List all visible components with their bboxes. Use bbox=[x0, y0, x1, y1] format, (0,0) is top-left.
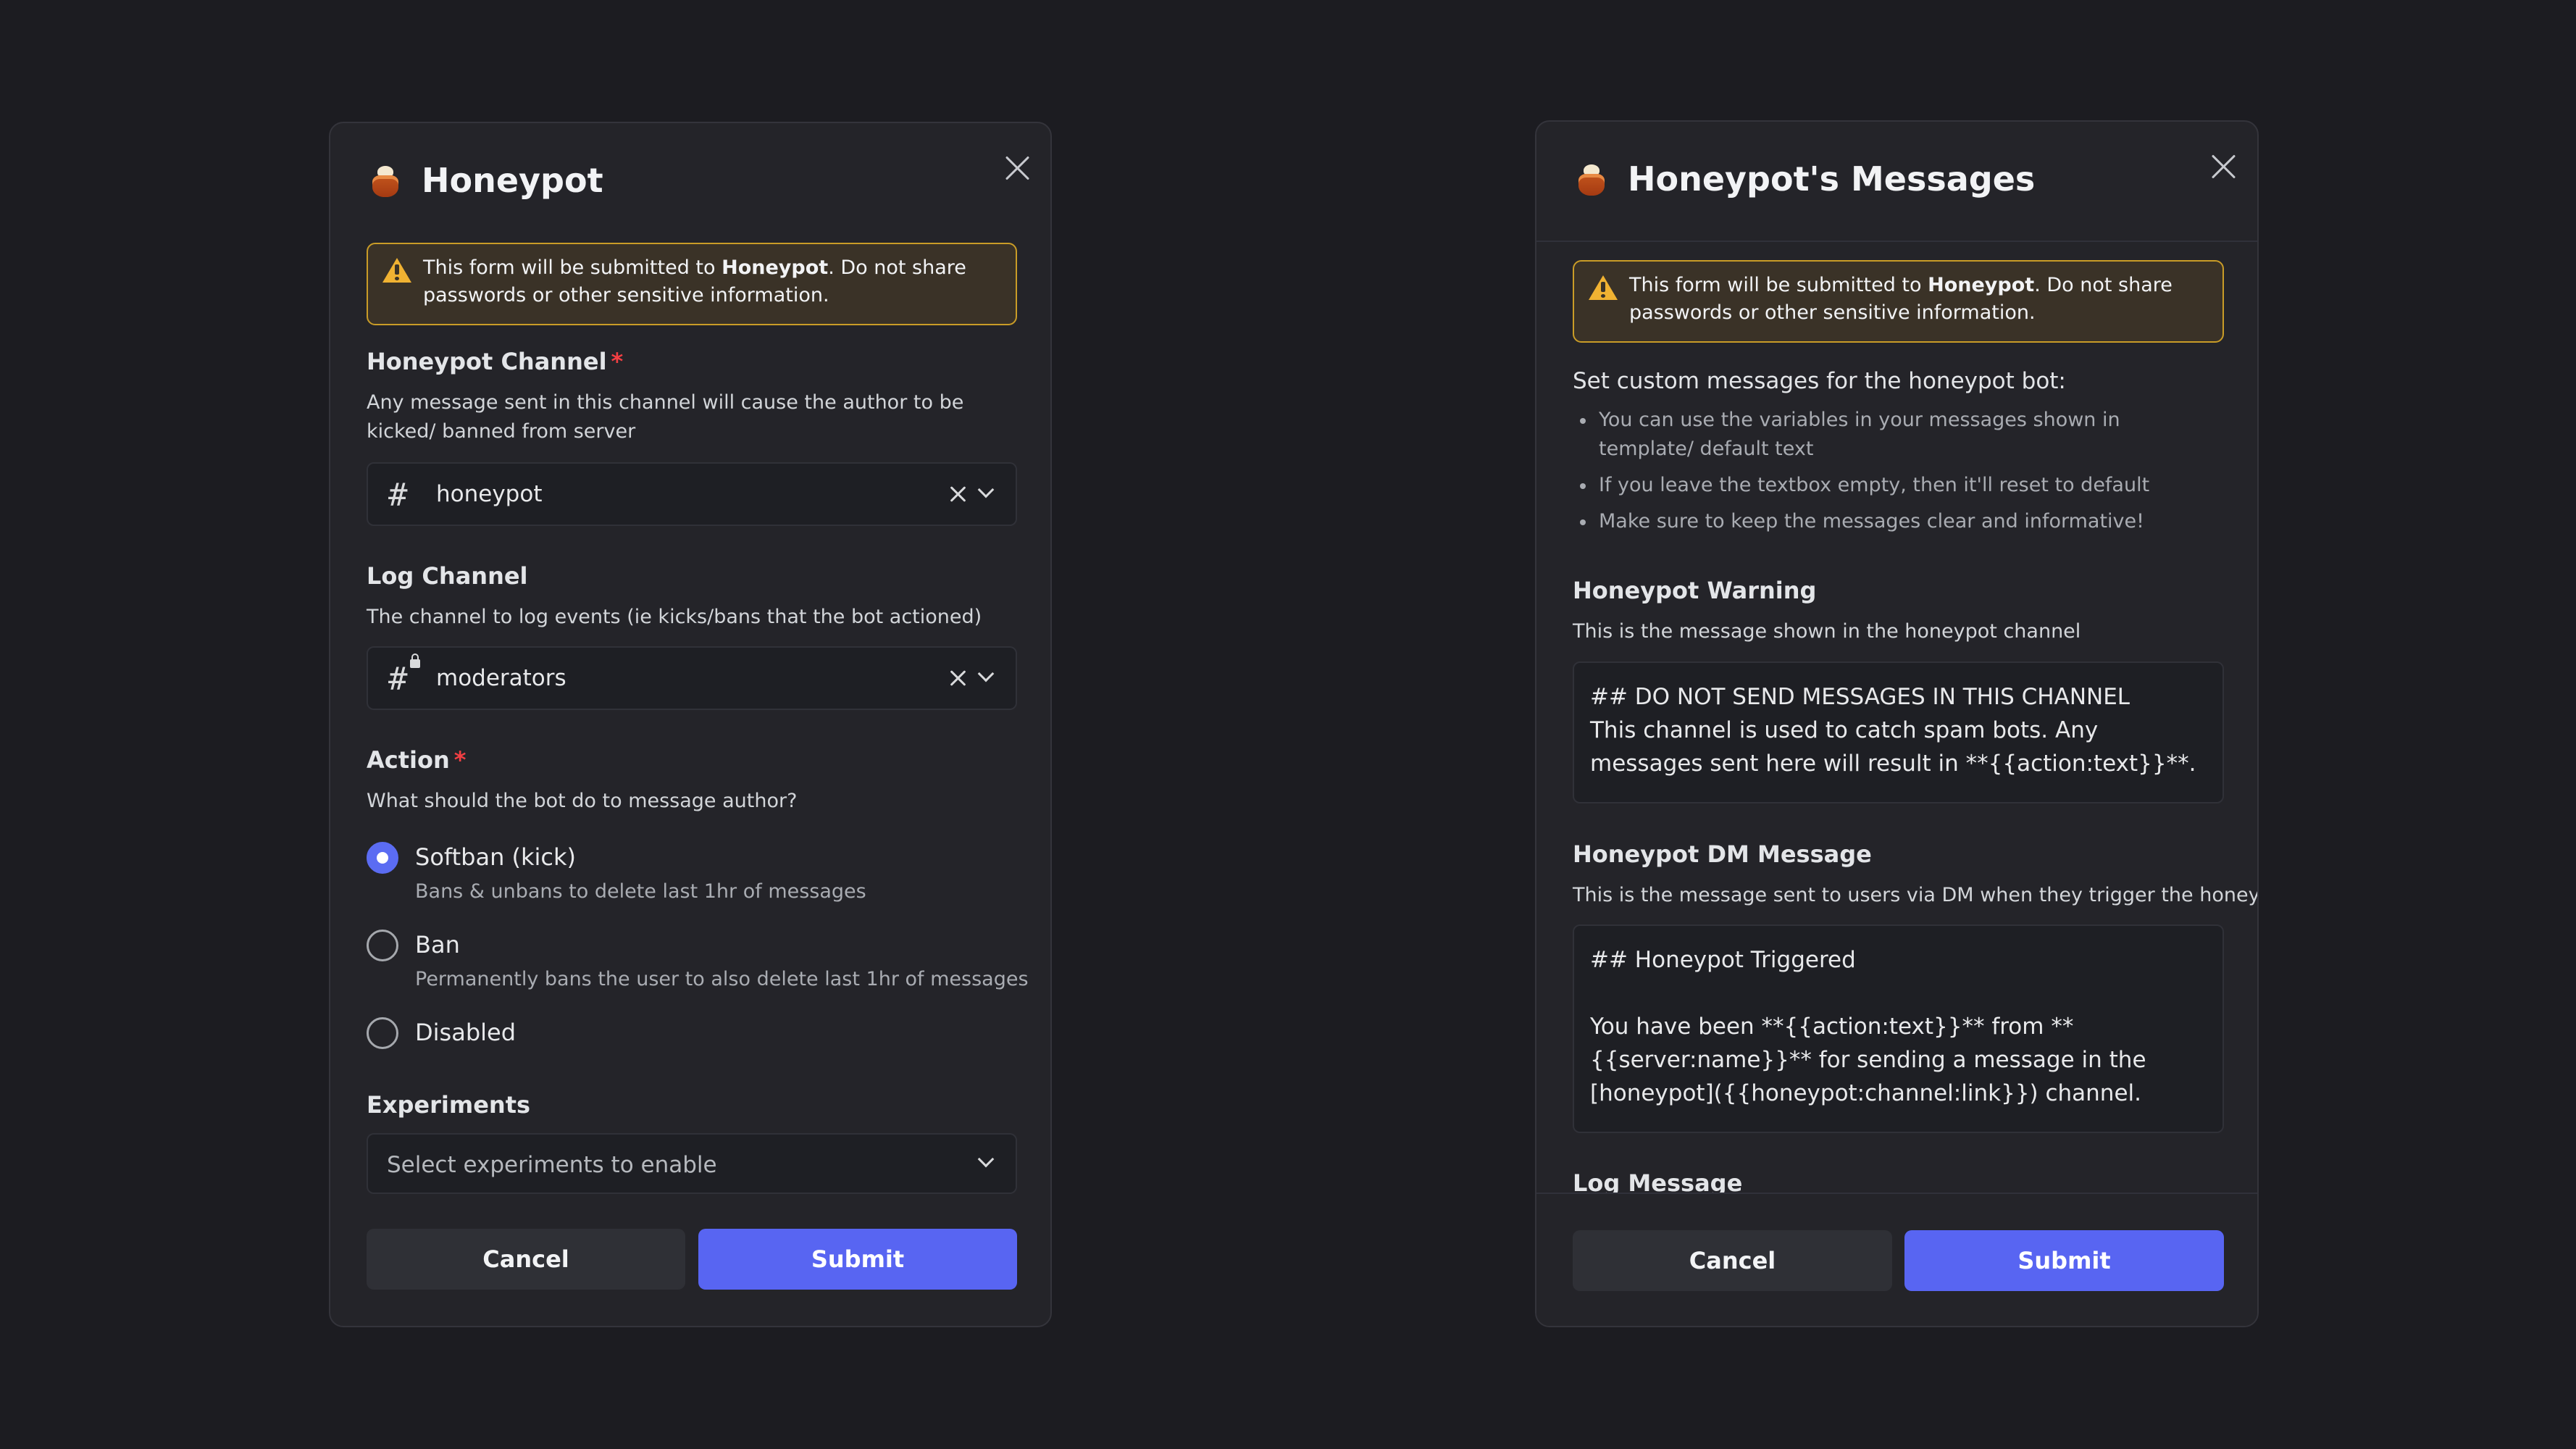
locked-hashtag-icon: # bbox=[388, 661, 408, 698]
warning-prefix: This form will be submitted to bbox=[423, 256, 722, 279]
radio-softban[interactable] bbox=[367, 842, 398, 874]
messages-intro: Set custom messages for the honeypot bot… bbox=[1573, 368, 2066, 394]
warning-banner: This form will be submitted to Honeypot.… bbox=[367, 243, 1017, 325]
warning-icon bbox=[1589, 275, 1618, 300]
list-item: Make sure to keep the messages clear and… bbox=[1573, 507, 2210, 536]
honeypot-dm-label: Honeypot DM Message bbox=[1573, 840, 1872, 868]
list-item: If you leave the textbox empty, then it'… bbox=[1573, 471, 2210, 500]
required-marker: * bbox=[611, 348, 624, 375]
clear-icon[interactable] bbox=[949, 485, 966, 503]
cancel-button[interactable]: Cancel bbox=[1573, 1230, 1892, 1291]
honeypot-app-icon bbox=[368, 164, 403, 199]
modal-title: Honeypot bbox=[422, 161, 603, 200]
submit-button[interactable]: Submit bbox=[698, 1229, 1017, 1290]
footer-divider bbox=[1536, 1193, 2257, 1194]
honeypot-dm-description: This is the message sent to users via DM… bbox=[1573, 884, 2259, 906]
action-description: What should the bot do to message author… bbox=[367, 790, 798, 812]
log-channel-description: The channel to log events (ie kicks/bans… bbox=[367, 606, 982, 628]
chevron-down-icon[interactable] bbox=[977, 481, 995, 498]
honeypot-warning-textarea[interactable]: ## DO NOT SEND MESSAGES IN THIS CHANNEL … bbox=[1573, 661, 2224, 803]
tips-list: You can use the variables in your messag… bbox=[1573, 406, 2210, 543]
radio-disabled-label: Disabled bbox=[415, 1019, 517, 1046]
radio-ban-description: Permanently bans the user to also delete… bbox=[415, 968, 1029, 990]
honeypot-warning-label: Honeypot Warning bbox=[1573, 577, 1817, 604]
stage: Honeypot This form will be submitted to … bbox=[0, 0, 2576, 1449]
close-icon[interactable] bbox=[2209, 152, 2238, 181]
honeypot-channel-select[interactable]: # honeypot bbox=[367, 462, 1017, 526]
warning-banner: This form will be submitted to Honeypot.… bbox=[1573, 260, 2224, 343]
log-channel-label: Log Channel bbox=[367, 562, 528, 590]
list-item: You can use the variables in your messag… bbox=[1573, 406, 2210, 464]
chevron-down-icon[interactable] bbox=[977, 665, 995, 682]
chevron-down-icon[interactable] bbox=[977, 1151, 995, 1168]
radio-softban-label: Softban (kick) bbox=[415, 843, 577, 871]
submit-button[interactable]: Submit bbox=[1904, 1230, 2224, 1291]
radio-ban-label: Ban bbox=[415, 931, 460, 959]
log-channel-select[interactable]: # moderators bbox=[367, 646, 1017, 710]
honeypot-channel-description: Any message sent in this channel will ca… bbox=[367, 391, 964, 443]
warning-icon bbox=[382, 258, 411, 283]
radio-disabled[interactable] bbox=[367, 1017, 398, 1049]
warning-prefix: This form will be submitted to bbox=[1629, 274, 1928, 296]
honeypot-channel-label: Honeypot Channel * bbox=[367, 348, 623, 375]
honeypot-app-icon bbox=[1574, 162, 1609, 197]
log-channel-value: moderators bbox=[436, 665, 566, 691]
honeypot-channel-value: honeypot bbox=[436, 481, 543, 507]
action-label: Action * bbox=[367, 746, 467, 774]
lock-icon bbox=[410, 653, 420, 668]
radio-ban[interactable] bbox=[367, 930, 398, 961]
action-label-text: Action bbox=[367, 746, 450, 774]
honeypot-messages-modal: Honeypot's Messages This form will be su… bbox=[1535, 120, 2259, 1327]
header-divider bbox=[1536, 241, 2257, 242]
close-icon[interactable] bbox=[1003, 154, 1032, 183]
honeypot-config-modal: Honeypot This form will be submitted to … bbox=[329, 122, 1052, 1327]
hashtag-icon: # bbox=[388, 477, 408, 514]
warning-app-name: Honeypot bbox=[722, 256, 829, 279]
honeypot-dm-textarea[interactable]: ## Honeypot Triggered You have been **{{… bbox=[1573, 924, 2224, 1133]
warning-app-name: Honeypot bbox=[1928, 274, 2035, 296]
honeypot-warning-description: This is the message shown in the honeypo… bbox=[1573, 620, 2081, 643]
clear-icon[interactable] bbox=[949, 669, 966, 687]
radio-softban-description: Bans & unbans to delete last 1hr of mess… bbox=[415, 880, 866, 903]
honeypot-channel-label-text: Honeypot Channel bbox=[367, 348, 607, 375]
cancel-button[interactable]: Cancel bbox=[367, 1229, 685, 1290]
experiments-select[interactable]: Select experiments to enable bbox=[367, 1133, 1017, 1194]
modal-title: Honeypot's Messages bbox=[1628, 159, 2036, 199]
experiments-placeholder: Select experiments to enable bbox=[387, 1152, 717, 1178]
experiments-label: Experiments bbox=[367, 1091, 531, 1119]
required-marker: * bbox=[453, 746, 467, 774]
